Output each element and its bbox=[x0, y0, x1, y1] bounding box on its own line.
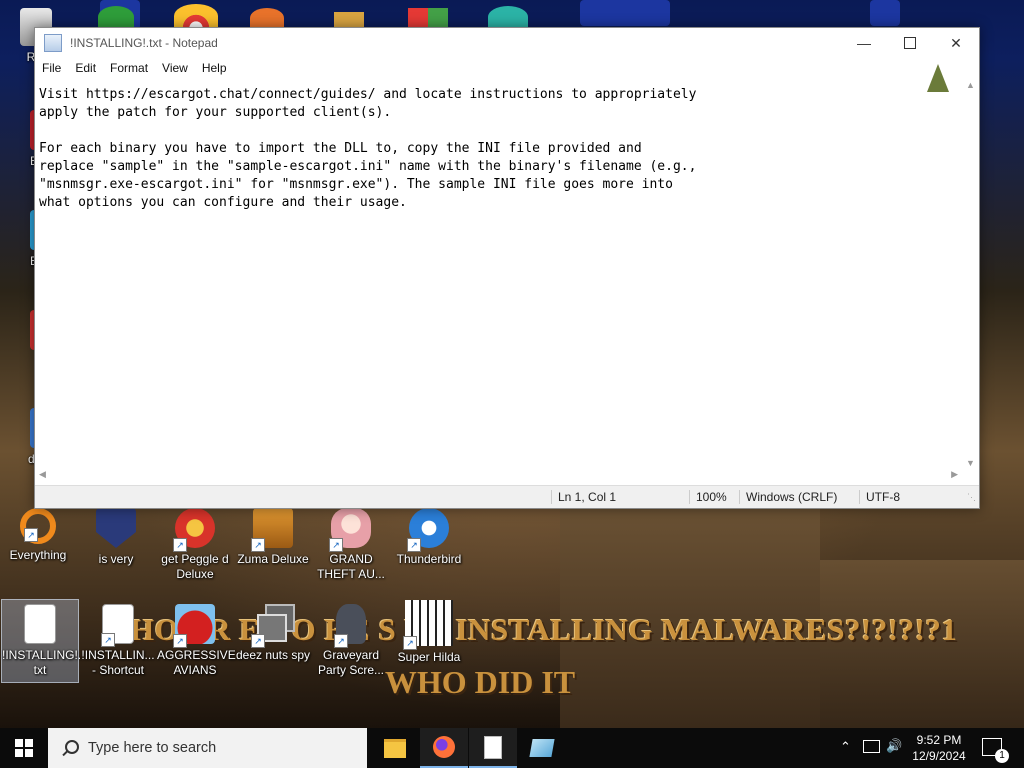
shield-logo-icon bbox=[96, 508, 136, 548]
desktop-icon-peggle[interactable]: ↗ get Peggle d Deluxe bbox=[157, 508, 233, 582]
desktop-icon-label: !INSTALLING!. txt bbox=[2, 648, 82, 677]
menu-help[interactable]: Help bbox=[195, 61, 234, 75]
windows-logo-icon bbox=[15, 739, 33, 757]
status-zoom: 100% bbox=[689, 490, 727, 504]
scroll-down-icon[interactable]: ▼ bbox=[966, 458, 975, 468]
firefox-icon[interactable] bbox=[250, 8, 284, 28]
text-editor-area[interactable]: Visit https://escargot.chat/connect/guid… bbox=[35, 80, 960, 498]
title-bar[interactable]: !INSTALLING!.txt - Notepad — ✕ bbox=[35, 28, 979, 58]
document-text[interactable]: Visit https://escargot.chat/connect/guid… bbox=[35, 80, 960, 212]
desktop-icon-installing-txt[interactable]: !INSTALLING!. txt bbox=[1, 599, 82, 683]
desktop-icon-label: AGGRESSIVE AVIANS bbox=[157, 648, 236, 677]
users-icon[interactable] bbox=[98, 6, 134, 28]
window-title: !INSTALLING!.txt - Notepad bbox=[70, 36, 218, 50]
notification-badge: 1 bbox=[995, 749, 1009, 763]
desktop-icon-label: get Peggle d Deluxe bbox=[161, 552, 229, 581]
notepad-icon bbox=[484, 735, 502, 759]
vertical-scrollbar[interactable]: ▲ ▼ bbox=[962, 80, 978, 468]
text-file-icon: ↗ bbox=[101, 604, 134, 647]
status-bar: Ln 1, Col 1 100% Windows (CRLF) UTF-8 ⋱ bbox=[35, 485, 979, 508]
taskbar-notepad[interactable] bbox=[469, 728, 517, 768]
clock-date: 12/9/2024 bbox=[912, 749, 966, 763]
zuma-icon: ↗ bbox=[251, 508, 293, 552]
anime-girl-icon: ↗ bbox=[329, 508, 371, 552]
taskbar-file-explorer[interactable] bbox=[371, 728, 419, 768]
taskbar: Type here to search ⌃ 🔊 9:52 PM 12/9/202… bbox=[0, 728, 1024, 768]
thunderbird-icon: ↗ bbox=[407, 508, 449, 552]
scroll-up-icon[interactable]: ▲ bbox=[966, 80, 975, 90]
scroll-left-icon[interactable]: ◀ bbox=[39, 469, 46, 480]
desktop-icon-is-very[interactable]: is very bbox=[78, 508, 154, 567]
search-placeholder: Type here to search bbox=[88, 740, 217, 756]
desktop-icon-everything[interactable]: ↗ Everything bbox=[0, 508, 76, 563]
menu-file[interactable]: File bbox=[35, 61, 68, 75]
desktop-icon-super-hilda[interactable]: ↗ Super Hilda bbox=[391, 600, 467, 665]
text-file-icon bbox=[24, 604, 56, 644]
desktop-icon-label: Zuma Deluxe bbox=[237, 552, 309, 566]
desktop-icon-thunderbird[interactable]: ↗ Thunderbird bbox=[391, 508, 467, 567]
everything-search-icon: ↗ bbox=[20, 508, 56, 544]
desktop-icon-label: deez nuts spy bbox=[235, 648, 311, 662]
start-button[interactable] bbox=[0, 728, 48, 768]
pixel-dog-icon: ↗ bbox=[403, 600, 453, 650]
desktop-icon-graveyard[interactable]: ↗ Graveyard Party Scre... bbox=[313, 604, 389, 678]
desktop-icon-deez-nuts-spy[interactable]: ↗ deez nuts spy bbox=[235, 604, 311, 663]
menu-view[interactable]: View bbox=[155, 61, 195, 75]
volume-icon[interactable]: 🔊 bbox=[886, 738, 902, 754]
desktop-icon-installing-shortcut[interactable]: ↗ !INSTALLIN... - Shortcut bbox=[80, 600, 156, 678]
search-box[interactable]: Type here to search bbox=[48, 728, 367, 768]
status-encoding: UTF-8 bbox=[859, 490, 900, 504]
graveyard-icon: ↗ bbox=[334, 604, 366, 648]
desktop-icon-label: Everything bbox=[9, 548, 67, 562]
minimize-button[interactable]: — bbox=[841, 28, 887, 58]
peggle-icon: ↗ bbox=[173, 508, 215, 552]
close-button[interactable]: ✕ bbox=[933, 28, 979, 58]
desktop-icon-label: Thunderbird bbox=[396, 552, 462, 566]
desktop-icon-label: !INSTALLIN... - Shortcut bbox=[81, 648, 155, 677]
wallpaper-pillar bbox=[870, 0, 900, 26]
status-position: Ln 1, Col 1 bbox=[551, 490, 616, 504]
notepad-window[interactable]: !INSTALLING!.txt - Notepad — ✕ File Edit… bbox=[34, 27, 980, 509]
notepad-icon bbox=[44, 34, 62, 52]
wallpaper-pillar bbox=[580, 0, 670, 26]
windows-stack-icon: ↗ bbox=[251, 604, 295, 648]
wallpaper-caption: WHO DID IT bbox=[384, 664, 576, 700]
status-line-ending: Windows (CRLF) bbox=[739, 490, 837, 504]
maximize-button[interactable] bbox=[887, 28, 933, 58]
app-icon[interactable] bbox=[334, 12, 364, 28]
menu-bar: File Edit Format View Help bbox=[35, 58, 979, 78]
desktop-icon-label: Super Hilda bbox=[397, 650, 461, 664]
horizontal-scrollbar[interactable]: ◀ ▶ bbox=[35, 468, 962, 484]
chrome-icon[interactable] bbox=[174, 4, 218, 28]
clock-time: 9:52 PM bbox=[916, 733, 962, 747]
resize-grip-icon[interactable]: ⋱ bbox=[967, 492, 976, 503]
desktop-icon-aggressive-avians[interactable]: ↗ AGGRESSIVE AVIANS bbox=[157, 604, 236, 678]
desktop-icon-label: is very bbox=[98, 552, 134, 566]
menu-format[interactable]: Format bbox=[103, 61, 155, 75]
desktop-icon-gta[interactable]: ↗ GRAND THEFT AU... bbox=[313, 508, 389, 582]
chevron-up-icon[interactable]: ⌃ bbox=[840, 739, 851, 755]
scroll-right-icon[interactable]: ▶ bbox=[951, 469, 958, 480]
search-icon bbox=[62, 740, 79, 757]
windows-logo-icon[interactable] bbox=[408, 8, 448, 28]
angry-bird-icon: ↗ bbox=[173, 604, 215, 648]
desktop-icon-label: Graveyard Party Scre... bbox=[317, 648, 385, 677]
anime-character-icon[interactable] bbox=[488, 6, 528, 28]
paint-icon bbox=[529, 739, 555, 757]
clock[interactable]: 9:52 PM 12/9/2024 bbox=[906, 732, 972, 764]
file-explorer-icon bbox=[384, 738, 406, 758]
menu-edit[interactable]: Edit bbox=[68, 61, 103, 75]
maximize-icon bbox=[904, 37, 916, 49]
network-icon[interactable] bbox=[863, 740, 880, 753]
firefox-icon bbox=[433, 736, 455, 758]
notification-center-icon[interactable]: 1 bbox=[982, 738, 1009, 763]
minimize-icon: — bbox=[857, 35, 871, 51]
taskbar-firefox[interactable] bbox=[420, 728, 468, 768]
desktop-icon-label: GRAND THEFT AU... bbox=[317, 552, 385, 581]
desktop-icon-zuma[interactable]: ↗ Zuma Deluxe bbox=[235, 508, 311, 567]
close-icon: ✕ bbox=[950, 34, 962, 51]
taskbar-paint[interactable] bbox=[518, 728, 566, 768]
